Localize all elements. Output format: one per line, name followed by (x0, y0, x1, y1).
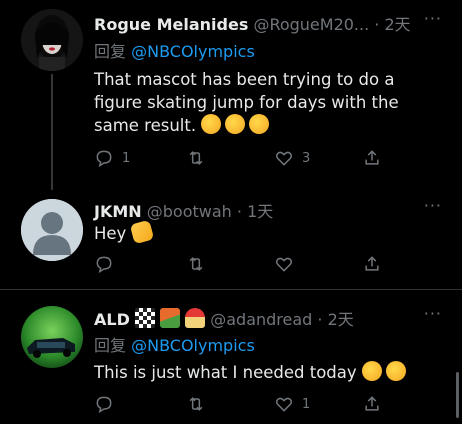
retweet-icon (189, 257, 203, 271)
more-icon[interactable]: ··· (424, 196, 442, 215)
tweet-header: Rogue Melanides @RogueM20... · 2天 (94, 11, 411, 35)
like-icon (275, 397, 293, 412)
tweet-header: ALD @adandread · 2天 (94, 306, 354, 330)
tweet-actions: 1 (94, 394, 394, 416)
like-icon (275, 151, 293, 166)
like-button[interactable] (274, 254, 302, 274)
reply-prefix: 回复 (94, 42, 127, 61)
tweet-2[interactable]: JKMN @bootwah · 1天 ··· Hey (0, 190, 462, 288)
tweet-text-content: Hey (94, 224, 127, 243)
retweet-button[interactable] (186, 148, 214, 168)
reply-icon (96, 396, 112, 414)
reply-icon (96, 150, 112, 168)
tweet-text-content: This is just what I needed today (94, 363, 357, 382)
reply-context: 回复 @NBCOlympics (94, 332, 255, 356)
handle[interactable]: @RogueM20... (253, 15, 369, 34)
share-icon (365, 256, 379, 271)
tweet-3[interactable]: ALD @adandread · 2天 ··· 回复 @NBCOlympics … (0, 290, 462, 424)
retweet-button[interactable] (186, 394, 214, 414)
tweet-text-content: That mascot has been trying to do a figu… (94, 70, 399, 135)
avatar[interactable] (21, 9, 83, 71)
rofl-emoji-icon (201, 114, 222, 134)
share-button[interactable] (362, 254, 382, 274)
display-name[interactable]: ALD (94, 310, 130, 329)
tweet-1[interactable]: Rogue Melanides @RogueM20... · 2天 ··· 回复… (0, 0, 462, 190)
mention-link[interactable]: @NBCOlympics (131, 42, 255, 61)
share-icon (365, 150, 379, 165)
rofl-emoji-icon (249, 114, 270, 134)
reply-button[interactable] (94, 394, 122, 414)
reply-icon (96, 256, 112, 274)
share-icon (365, 396, 379, 411)
thread-line (51, 74, 53, 190)
reply-context: 回复 @NBCOlympics (94, 38, 255, 62)
chequered-flag-icon (134, 308, 155, 328)
smiling-face-emoji-icon (361, 361, 382, 381)
tweet-text: This is just what I needed today (94, 361, 434, 384)
tweet-actions: 1 3 (94, 148, 394, 170)
tweet-header: JKMN @bootwah · 1天 (94, 198, 273, 222)
like-button[interactable]: 3 (274, 148, 310, 168)
share-button[interactable] (362, 394, 382, 414)
more-icon[interactable]: ··· (424, 304, 442, 323)
handle[interactable]: @adandread (210, 310, 312, 329)
scrollbar[interactable] (456, 372, 459, 418)
handle[interactable]: @bootwah (147, 202, 232, 221)
reply-button[interactable] (94, 254, 122, 274)
tweet-text: That mascot has been trying to do a figu… (94, 68, 434, 137)
reply-prefix: 回复 (94, 336, 127, 355)
display-name[interactable]: JKMN (94, 202, 142, 221)
reply-count: 1 (122, 150, 131, 166)
like-icon (275, 257, 293, 272)
timestamp[interactable]: · 1天 (237, 202, 273, 221)
avatar[interactable] (21, 306, 83, 368)
timestamp[interactable]: · 2天 (374, 15, 410, 34)
tweet-text: Hey (94, 219, 434, 245)
retweet-icon (189, 151, 203, 165)
more-icon[interactable]: ··· (424, 9, 442, 28)
rofl-emoji-icon (225, 114, 246, 134)
timestamp[interactable]: · 2天 (317, 310, 353, 329)
mention-link[interactable]: @NBCOlympics (131, 336, 255, 355)
beach-umbrella-icon (185, 308, 206, 328)
retweet-button[interactable] (186, 254, 214, 274)
like-count: 1 (302, 396, 311, 412)
camping-icon (160, 308, 181, 328)
tweet-actions (94, 254, 394, 276)
display-name[interactable]: Rogue Melanides (94, 15, 248, 34)
grinning-face-emoji-icon (385, 361, 406, 381)
waving-hand-emoji-icon (129, 219, 154, 245)
reply-button[interactable]: 1 (94, 148, 130, 168)
avatar[interactable] (21, 199, 83, 261)
like-count: 3 (302, 150, 311, 166)
retweet-icon (189, 397, 203, 411)
like-button[interactable]: 1 (274, 394, 310, 414)
share-button[interactable] (362, 148, 382, 168)
